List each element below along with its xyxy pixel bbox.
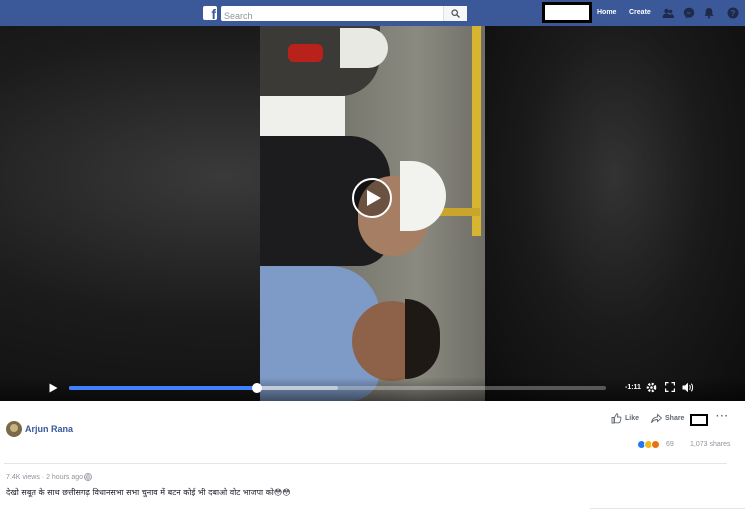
more-options-icon[interactable]: ···	[716, 411, 729, 422]
share-label: Share	[665, 415, 685, 422]
author-avatar[interactable]	[6, 421, 22, 437]
play-icon[interactable]	[49, 383, 58, 393]
search-icon	[451, 9, 460, 18]
play-icon	[367, 190, 381, 206]
help-icon[interactable]: ?	[727, 7, 739, 19]
messenger-icon[interactable]	[683, 7, 695, 19]
search-button[interactable]	[443, 6, 467, 21]
video-blurred-backdrop-right	[485, 26, 745, 401]
like-label: Like	[625, 415, 640, 422]
home-link[interactable]: Home	[597, 9, 616, 16]
center-play-button[interactable]	[352, 178, 392, 218]
redacted-action[interactable]	[690, 414, 708, 426]
author-name-link[interactable]: Arjun Rana	[25, 424, 73, 434]
friends-icon[interactable]	[662, 7, 674, 19]
progress-scrubber[interactable]	[251, 383, 262, 393]
top-navigation-bar: f Home Create ?	[0, 0, 745, 26]
share-arrow-icon	[651, 413, 662, 424]
create-link[interactable]: Create	[629, 9, 651, 16]
post-caption: देखो सबूत के साथ छत्तीसगढ़ विधानसभा सभा …	[6, 488, 291, 497]
settings-icon[interactable]	[646, 382, 657, 393]
facebook-logo-icon[interactable]: f	[203, 6, 217, 22]
time-remaining: -1:11	[625, 384, 641, 391]
share-count[interactable]: 1,073 shares	[690, 441, 730, 448]
facebook-video-post: f Home Create ?	[0, 0, 745, 511]
video-progress-bar[interactable]	[69, 383, 606, 393]
reaction-count[interactable]: 69	[666, 441, 674, 448]
svg-text:?: ?	[731, 9, 736, 18]
post-meta: 7.4K views · 2 hours ago ·	[6, 474, 88, 481]
divider	[4, 463, 727, 464]
search-input[interactable]	[221, 8, 441, 24]
redacted-profile-link[interactable]	[542, 2, 592, 23]
search-bar	[221, 6, 467, 24]
divider	[590, 508, 745, 509]
volume-icon[interactable]	[682, 382, 694, 393]
globe-icon[interactable]	[84, 473, 92, 481]
fullscreen-icon[interactable]	[665, 382, 675, 392]
progress-fill	[69, 386, 257, 390]
notifications-icon[interactable]	[703, 7, 715, 19]
wow-reaction-icon	[651, 440, 660, 449]
video-player[interactable]	[0, 26, 745, 401]
thumbs-up-icon	[611, 413, 622, 424]
